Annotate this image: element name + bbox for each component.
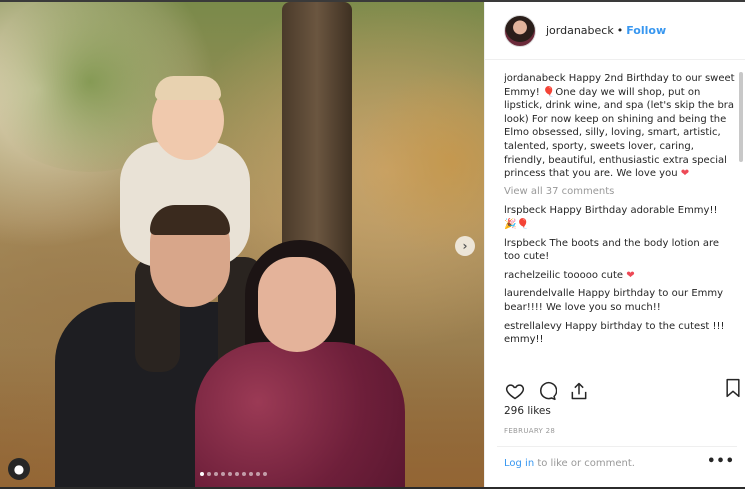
comment-text: Happy Birthday adorable Emmy!! bbox=[549, 205, 718, 217]
carousel-dot bbox=[235, 472, 239, 476]
header-separator: • bbox=[616, 24, 624, 37]
login-prompt: Log in to like or comment. bbox=[504, 458, 734, 469]
comment-username[interactable]: estrellalevy bbox=[504, 321, 562, 332]
likes-count[interactable]: 296 likes bbox=[504, 405, 551, 417]
login-prompt-text: to like or comment. bbox=[534, 458, 635, 469]
comment-item: lrspbeck Happy Birthday adorable Emmy!! … bbox=[504, 204, 736, 231]
action-bar bbox=[504, 377, 740, 405]
comment-username[interactable]: rachelzeilic bbox=[504, 270, 560, 281]
comment-item: laurendelvalle Happy birthday to our Emm… bbox=[504, 287, 736, 314]
carousel-dot bbox=[214, 472, 218, 476]
man-hair bbox=[150, 205, 230, 235]
carousel-dot bbox=[228, 472, 232, 476]
carousel-dot bbox=[249, 472, 253, 476]
carousel-indicator bbox=[200, 472, 267, 476]
heart-emoji-icon: ❤ bbox=[626, 269, 635, 281]
instagram-post-modal: › ● jordanabeck • Follow jordanabeck Hap… bbox=[0, 0, 745, 489]
divider bbox=[497, 446, 737, 447]
share-icon[interactable] bbox=[568, 380, 590, 402]
user-tag-icon[interactable]: ● bbox=[8, 458, 30, 480]
balloon-emoji-icon: 🎈 bbox=[542, 86, 556, 98]
comment-item: estrellalevy Happy birthday to the cutes… bbox=[504, 320, 736, 347]
comment-item: rachelzeilic tooooo cute ❤ bbox=[504, 269, 736, 283]
heart-icon[interactable] bbox=[504, 380, 526, 402]
carousel-dot bbox=[200, 472, 204, 476]
comments-scrollbar[interactable] bbox=[739, 72, 743, 162]
carousel-dot bbox=[256, 472, 260, 476]
party-emoji-icon: 🎉 bbox=[504, 218, 517, 230]
author-username[interactable]: jordanabeck bbox=[546, 24, 614, 37]
chevron-right-icon[interactable]: › bbox=[455, 236, 475, 256]
comment-item: lrspbeck The boots and the body lotion a… bbox=[504, 237, 736, 264]
post-sidebar: jordanabeck • Follow jordanabeck Happy 2… bbox=[484, 2, 745, 487]
post-header: jordanabeck • Follow bbox=[485, 2, 745, 60]
balloon-emoji-icon: 🎈 bbox=[516, 218, 529, 230]
follow-button[interactable]: Follow bbox=[626, 24, 666, 37]
login-link[interactable]: Log in bbox=[504, 458, 534, 469]
post-date: FEBRUARY 28 bbox=[504, 427, 556, 435]
comment-username[interactable]: lrspbeck bbox=[504, 238, 546, 249]
carousel-dot bbox=[263, 472, 267, 476]
carousel-dot bbox=[221, 472, 225, 476]
comment-text: tooooo cute bbox=[563, 269, 624, 281]
view-all-comments-link[interactable]: View all 37 comments bbox=[504, 185, 736, 199]
foliage bbox=[360, 62, 484, 262]
more-icon[interactable]: ••• bbox=[707, 454, 735, 469]
baby-hair bbox=[155, 76, 221, 100]
carousel-dot bbox=[242, 472, 246, 476]
bookmark-icon[interactable] bbox=[722, 377, 744, 399]
avatar[interactable] bbox=[504, 14, 536, 47]
caption-text-continued: One day we will shop, put on lipstick, d… bbox=[504, 86, 735, 180]
woman-head bbox=[258, 257, 336, 352]
post-photo[interactable]: › ● bbox=[0, 2, 484, 487]
carousel-dot bbox=[207, 472, 211, 476]
caption: jordanabeck Happy 2nd Birthday to our sw… bbox=[504, 72, 736, 181]
heart-emoji-icon: ❤ bbox=[680, 168, 690, 180]
comment-username[interactable]: lrspbeck bbox=[504, 205, 546, 216]
comments-list[interactable]: jordanabeck Happy 2nd Birthday to our sw… bbox=[504, 72, 736, 368]
caption-username[interactable]: jordanabeck bbox=[504, 73, 566, 84]
comment-username[interactable]: laurendelvalle bbox=[504, 288, 575, 299]
comment-icon[interactable] bbox=[536, 380, 558, 402]
woman-figure bbox=[195, 342, 405, 487]
